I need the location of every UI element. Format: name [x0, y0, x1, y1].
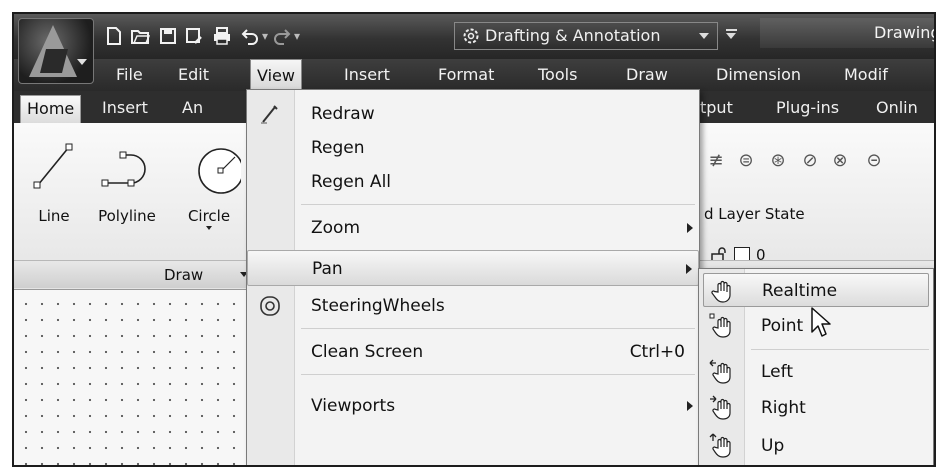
chevron-down-icon[interactable]: [206, 226, 212, 230]
menu-separator: [301, 204, 695, 205]
hand-pan-icon: [711, 280, 731, 303]
menu-item-regen-all[interactable]: Regen All: [247, 164, 699, 200]
application-window: ▾ ▾ Drafting & Annotation Drawing File E…: [12, 12, 936, 467]
menu-edit[interactable]: Edit: [172, 59, 215, 91]
gear-icon: [463, 28, 479, 44]
undo-icon[interactable]: [240, 26, 260, 46]
layer-isolate-icon[interactable]: ⊘: [798, 149, 822, 173]
workspace-dropdown[interactable]: Drafting & Annotation: [454, 22, 718, 50]
menu-modify[interactable]: Modif: [838, 59, 894, 91]
menu-separator: [751, 349, 929, 350]
hand-point-icon: [709, 313, 731, 338]
layer-previous-icon[interactable]: ⊛: [766, 149, 790, 173]
menu-file[interactable]: File: [110, 59, 149, 91]
pan-submenu: Realtime Point Left Right Up: [698, 268, 934, 465]
chevron-right-icon: [687, 401, 693, 411]
circle-tool[interactable]: Circle: [174, 135, 244, 230]
menu-item-pan[interactable]: Pan: [247, 250, 699, 286]
clean-screen-shortcut: Ctrl+0: [629, 342, 685, 362]
mouse-cursor-icon: [811, 307, 831, 337]
print-icon[interactable]: [212, 26, 232, 46]
draw-panel-title: Draw: [164, 266, 204, 284]
menu-item-steeringwheels[interactable]: SteeringWheels: [247, 288, 699, 324]
hand-right-icon: [710, 395, 731, 420]
tab-output[interactable]: tput: [694, 95, 739, 123]
quick-access-toolbar: ▾ ▾ Drafting & Annotation Drawing: [14, 14, 934, 59]
tab-home[interactable]: Home: [20, 95, 82, 123]
circle-label: Circle: [187, 207, 231, 225]
menu-item-zoom[interactable]: Zoom: [247, 210, 699, 246]
undo-dropdown-icon[interactable]: ▾: [260, 26, 270, 46]
layer-match-icon[interactable]: ⊜: [734, 149, 758, 173]
chevron-right-icon: [687, 223, 693, 233]
save-as-icon[interactable]: [184, 26, 204, 46]
line-tool[interactable]: Line: [28, 135, 80, 225]
pan-realtime[interactable]: Realtime: [703, 273, 929, 307]
redraw-icon: [261, 105, 278, 124]
layer-icon[interactable]: ≢: [704, 149, 728, 173]
pan-up[interactable]: Up: [703, 429, 929, 463]
layer-unisolate-icon[interactable]: ⊗: [828, 149, 852, 173]
tab-annotate[interactable]: An: [176, 95, 209, 123]
hand-left-icon: [709, 359, 731, 384]
view-menu: Redraw Regen Regen All Zoom Pan Steering…: [246, 89, 700, 465]
customize-toolbar-icon[interactable]: [726, 29, 738, 41]
chevron-down-icon: [699, 33, 709, 39]
polyline-icon: [101, 151, 146, 187]
layer-freeze-icon[interactable]: ⊝: [862, 149, 886, 173]
menu-separator: [301, 328, 695, 329]
chevron-right-icon: [686, 264, 692, 274]
menu-format[interactable]: Format: [432, 59, 500, 91]
tab-insert[interactable]: Insert: [96, 95, 154, 123]
menu-dimension[interactable]: Dimension: [710, 59, 807, 91]
menu-tools[interactable]: Tools: [532, 59, 583, 91]
tab-online[interactable]: Onlin: [870, 95, 924, 123]
pan-left[interactable]: Left: [703, 355, 929, 389]
menu-item-regen[interactable]: Regen: [247, 130, 699, 166]
polyline-label: Polyline: [98, 207, 156, 225]
hand-up-icon: [709, 433, 731, 458]
line-icon: [33, 143, 73, 189]
tab-plug-ins[interactable]: Plug-ins: [770, 95, 845, 123]
application-menu-button[interactable]: [18, 18, 94, 84]
menu-bar: File Edit View Insert Format Tools Draw …: [14, 59, 934, 91]
menu-view[interactable]: View: [250, 59, 302, 91]
open-icon[interactable]: [130, 26, 151, 46]
document-title: Drawing: [760, 18, 934, 48]
steering-wheel-icon: [260, 296, 280, 316]
redo-icon[interactable]: [272, 26, 292, 46]
menu-insert[interactable]: Insert: [338, 59, 396, 91]
new-icon[interactable]: [104, 26, 124, 46]
menu-separator: [301, 374, 695, 375]
save-icon[interactable]: [158, 26, 178, 46]
polyline-tool[interactable]: Polyline: [86, 135, 168, 225]
menu-draw[interactable]: Draw: [620, 59, 674, 91]
redo-dropdown-icon[interactable]: ▾: [292, 26, 302, 46]
line-label: Line: [38, 207, 70, 225]
menu-item-clean-screen[interactable]: Clean Screen Ctrl+0: [247, 334, 699, 370]
pan-right[interactable]: Right: [703, 391, 929, 425]
layer-state-dropdown[interactable]: d Layer State: [704, 201, 805, 227]
menu-item-redraw[interactable]: Redraw: [247, 96, 699, 132]
menu-item-viewports[interactable]: Viewports: [247, 388, 699, 424]
circle-icon: [198, 148, 241, 194]
workspace-label: Drafting & Annotation: [485, 26, 661, 45]
